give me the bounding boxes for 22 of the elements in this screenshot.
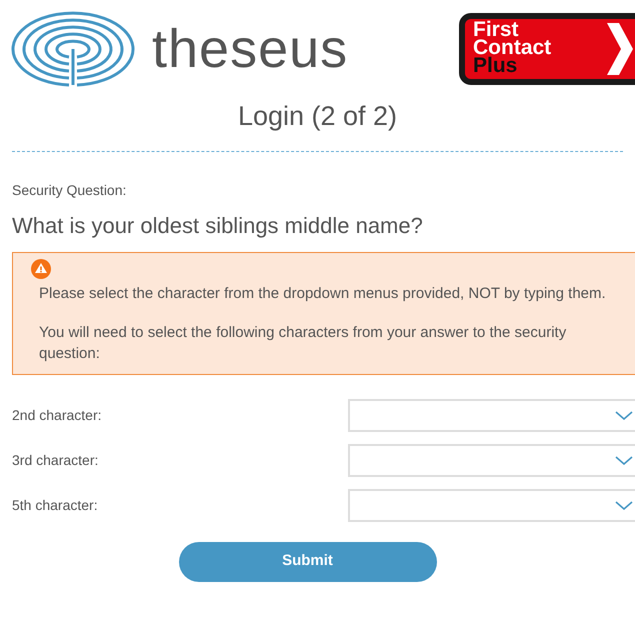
- logo-text: First: [473, 21, 519, 39]
- chevron-down-icon: [615, 456, 633, 464]
- logo-text: Plus: [473, 57, 518, 75]
- chevron-down-icon: [615, 410, 633, 420]
- dropdown-field[interactable]: [348, 398, 635, 432]
- chevron-down-icon: [615, 500, 633, 510]
- field-label: 2nd character:: [12, 406, 102, 424]
- warning-icon: [31, 258, 51, 278]
- field-label: 5th character:: [12, 496, 99, 514]
- labyrinth-logo-icon: [10, 11, 136, 87]
- dropdown-field[interactable]: [348, 444, 635, 476]
- submit-button[interactable]: Submit: [178, 542, 436, 582]
- alert-text: Please select the character from the dropdown menus provided, NOT by typing them.: [39, 284, 607, 304]
- logo-text: Contact: [473, 39, 552, 57]
- page-title: Login (2 of 2): [236, 100, 398, 133]
- alert-text: You will need to select the following characters from your answer to the security question:: [39, 322, 568, 364]
- chevron-icon: [605, 21, 635, 77]
- field-label: Security Question:: [12, 180, 128, 200]
- field-label: 3rd character:: [12, 450, 100, 470]
- brand-name: theseus: [152, 18, 350, 80]
- security-question: What is your oldest siblings middle name?: [12, 212, 424, 240]
- dropdown-field[interactable]: [348, 488, 635, 522]
